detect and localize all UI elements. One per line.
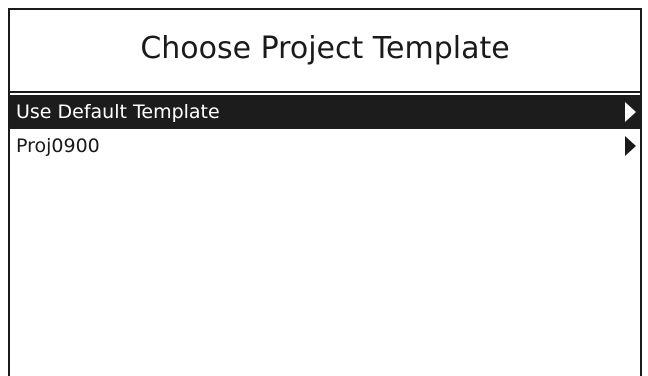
header: Choose Project Template — [10, 10, 640, 93]
template-list: Use Default Template Proj0900 — [10, 95, 640, 163]
list-item-label: Use Default Template — [16, 101, 220, 123]
chevron-right-icon — [625, 136, 636, 156]
device-screen: Choose Project Template Use Default Temp… — [8, 8, 642, 376]
list-item-proj0900[interactable]: Proj0900 — [10, 129, 640, 163]
chevron-right-icon — [625, 102, 636, 122]
list-item-use-default-template[interactable]: Use Default Template — [10, 95, 640, 129]
list-item-label: Proj0900 — [16, 135, 100, 157]
page-title: Choose Project Template — [140, 31, 510, 66]
